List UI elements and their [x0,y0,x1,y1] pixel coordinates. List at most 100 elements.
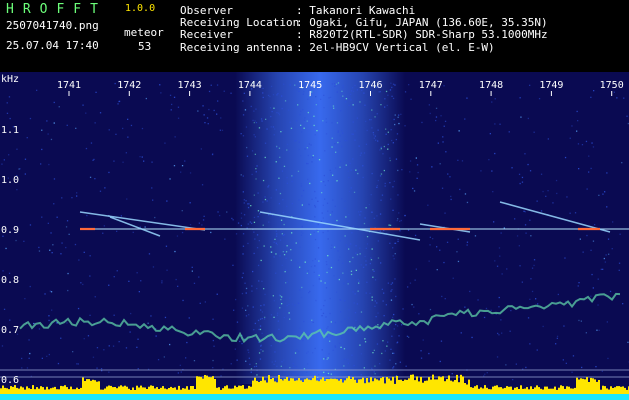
noise-speck [531,267,534,269]
noise-speck [270,246,272,248]
spectrum-bar [436,379,438,394]
spectrum-bar [338,380,340,394]
x-tick-label: 1743 [178,80,202,91]
noise-speck [132,231,134,233]
noise-speck [377,312,379,314]
noise-speck [340,346,342,348]
spectrum-bar [360,379,362,394]
spectrum-bar [128,388,130,394]
noise-speck [210,84,212,86]
noise-speck [340,160,342,163]
noise-speck [263,245,265,247]
noise-speck [272,295,274,297]
spectrum-bar [144,387,146,394]
spectrum-bar [412,374,414,394]
noise-speck [283,359,285,361]
noise-speck [398,122,400,125]
noise-speck [242,100,244,102]
noise-speck [410,98,412,100]
spectrum-bar [464,383,466,394]
noise-speck [519,182,521,185]
spectrum-bar [62,386,64,394]
noise-speck [300,110,302,112]
noise-speck [257,192,259,194]
noise-speck [89,255,91,257]
noise-speck [350,273,353,276]
noise-speck [262,224,264,226]
noise-speck [355,319,357,322]
noise-speck [264,198,267,201]
spectrum-bar [0,388,2,394]
noise-speck [342,85,344,87]
noise-speck [243,214,246,216]
noise-speck [191,270,193,272]
noise-speck [355,169,357,171]
noise-speck [608,253,610,255]
noise-speck [147,322,149,324]
spectrum-bar [512,389,514,394]
noise-speck [212,359,214,362]
noise-speck [47,222,49,224]
spectrum-bar [558,387,560,394]
spectrum-bar [6,388,8,394]
noise-speck [220,117,222,119]
noise-speck [270,314,273,316]
noise-speck [372,352,374,354]
spectrum-bar [402,381,404,394]
noise-speck [399,220,401,222]
noise-speck [78,259,80,261]
noise-speck [349,261,351,263]
spectrum-bar [576,377,578,394]
noise-speck [239,340,241,343]
noise-speck [261,332,263,334]
noise-speck [331,122,333,124]
noise-speck [203,215,205,217]
noise-speck [590,249,592,251]
noise-speck [529,84,531,86]
noise-speck [331,146,333,148]
noise-speck [251,222,253,224]
noise-speck [300,185,303,187]
noise-speck [298,148,300,151]
noise-speck [386,345,388,347]
spectrum-bar [526,387,528,394]
spectrum-bar [356,382,358,394]
noise-speck [353,302,355,304]
noise-speck [6,112,9,114]
spectrum-bar [368,382,370,394]
noise-speck [334,205,336,207]
noise-speck [283,83,285,85]
spectrum-bar [10,386,12,394]
noise-speck [288,312,290,314]
noise-speck [216,113,218,115]
spectrum-bar [208,377,210,394]
noise-speck [208,90,211,93]
noise-speck [350,169,352,171]
noise-speck [21,357,23,360]
noise-speck [300,183,302,185]
noise-speck [272,94,275,96]
y-tick-label: 0.6 [1,375,19,386]
noise-speck [371,172,373,175]
noise-speck [358,145,360,147]
noise-speck [128,280,130,282]
noise-speck [164,316,167,319]
y-tick-label: 0.8 [1,275,19,286]
noise-speck [281,107,283,110]
noise-speck [396,325,399,327]
noise-speck [409,160,412,162]
noise-speck [317,200,319,202]
spectrum-bar [126,386,128,394]
spectrum-bar [432,374,434,394]
noise-speck [29,285,31,288]
noise-speck [212,318,214,320]
noise-speck [382,300,384,302]
noise-speck [312,156,314,158]
noise-speck [243,92,245,94]
noise-speck [76,195,78,197]
noise-speck [278,112,280,114]
noise-speck [186,341,188,344]
spectrum-bar [42,387,44,394]
noise-speck [314,258,316,260]
noise-speck [326,374,329,376]
